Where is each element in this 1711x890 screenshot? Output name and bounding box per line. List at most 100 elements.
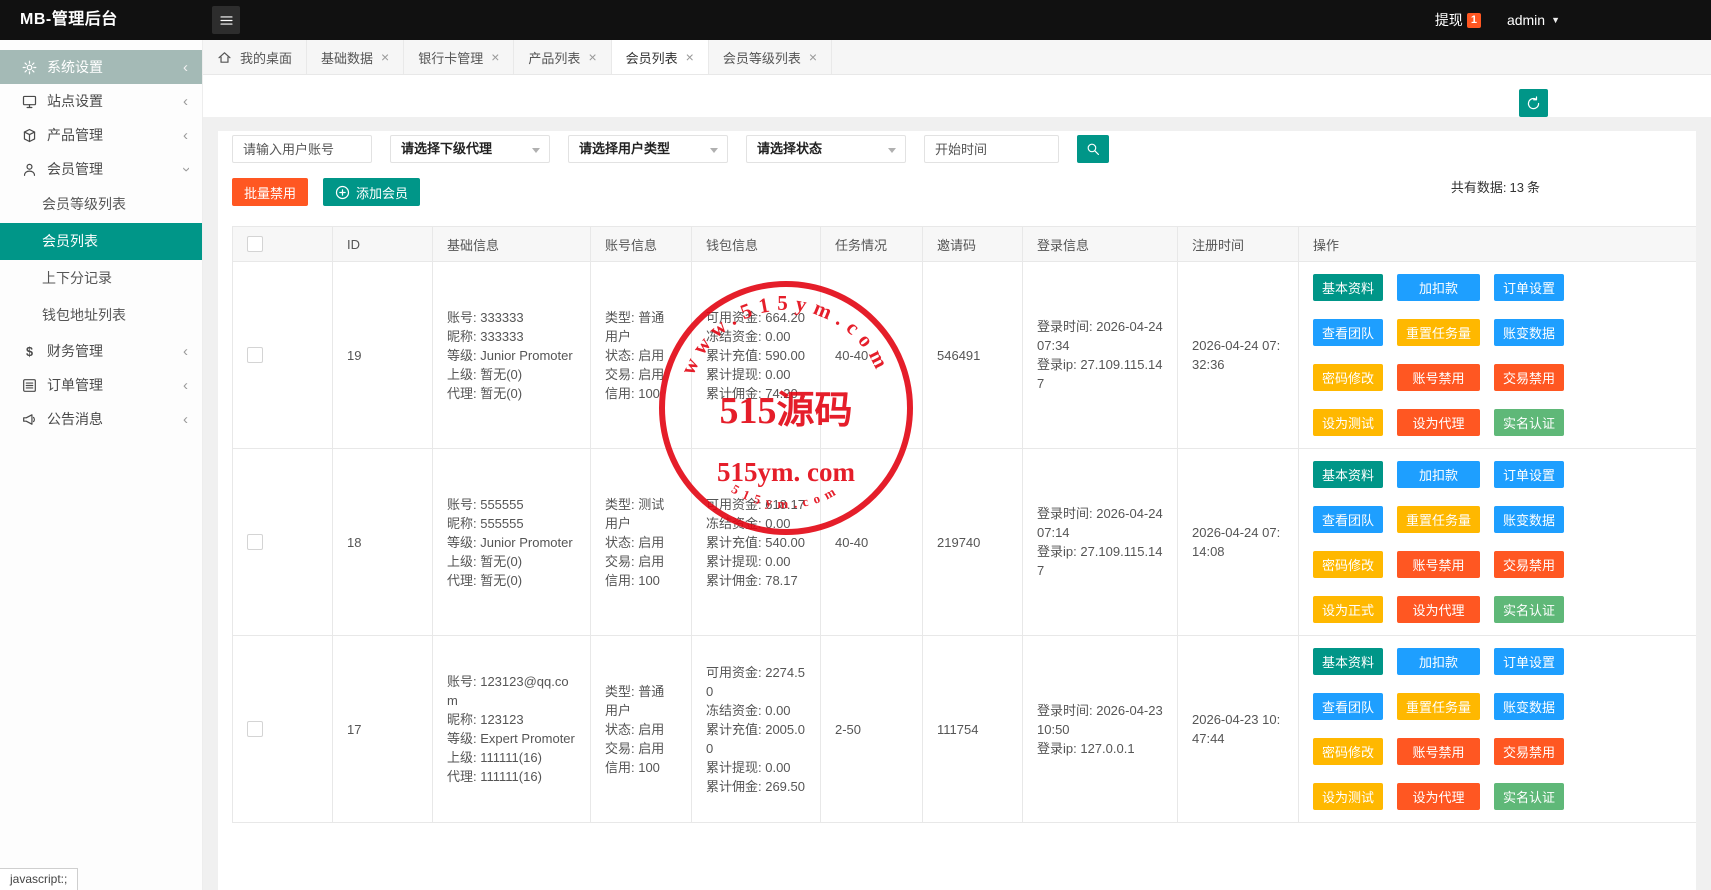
tab-label: 银行卡管理 — [418, 48, 483, 67]
sidebar-item-order-management[interactable]: 订单管理‹ — [0, 368, 202, 402]
action-order-settings-button[interactable]: 订单设置 — [1494, 648, 1564, 675]
sidebar-subitem-wallet-address-list[interactable]: 钱包地址列表 — [0, 297, 202, 334]
action-adjust-funds-button[interactable]: 加扣款 — [1397, 648, 1480, 675]
sidebar-toggle-button[interactable] — [212, 6, 240, 34]
sidebar-item-announcements[interactable]: 公告消息‹ — [0, 402, 202, 436]
user-type-select[interactable]: 请选择用户类型 — [568, 135, 728, 163]
chevron-left-icon: ‹ — [183, 377, 188, 394]
dollar-icon: $ — [22, 344, 37, 359]
action-change-password-button[interactable]: 密码修改 — [1313, 551, 1383, 578]
action-adjust-funds-button[interactable]: 加扣款 — [1397, 461, 1480, 488]
tab-member-list[interactable]: 会员列表× — [612, 40, 709, 74]
action-view-team-button[interactable]: 查看团队 — [1313, 506, 1383, 533]
table-body: 19账号: 333333昵称: 333333等级: Junior Promote… — [233, 262, 1697, 823]
action-order-settings-button[interactable]: 订单设置 — [1494, 461, 1564, 488]
tab-member-level-list[interactable]: 会员等级列表× — [709, 40, 832, 74]
action-account-changes-button[interactable]: 账变数据 — [1494, 319, 1564, 346]
close-icon[interactable]: × — [491, 50, 499, 64]
action-adjust-funds-button[interactable]: 加扣款 — [1397, 274, 1480, 301]
cell-account-info: 类型: 测试用户状态: 启用交易: 启用信用: 100 — [591, 449, 692, 636]
sidebar-item-system-settings[interactable]: 系统设置‹ — [0, 50, 202, 84]
action-reset-task-button[interactable]: 重置任务量 — [1397, 506, 1480, 533]
action-set-test-button[interactable]: 设为测试 — [1313, 783, 1383, 810]
info-line: 累计佣金: 269.50 — [706, 777, 806, 796]
close-icon[interactable]: × — [686, 50, 694, 64]
search-button[interactable] — [1077, 135, 1109, 163]
action-basic-info-button[interactable]: 基本资料 — [1313, 274, 1383, 301]
action-real-name-button[interactable]: 实名认证 — [1494, 783, 1564, 810]
tab-product-list[interactable]: 产品列表 × — [514, 40, 611, 74]
column-header: 注册时间 — [1178, 227, 1299, 262]
action-basic-info-button[interactable]: 基本资料 — [1313, 461, 1383, 488]
column-header: 任务情况 — [821, 227, 923, 262]
info-line: 交易: 启用 — [605, 552, 677, 571]
tab-label: 产品列表 — [528, 48, 580, 67]
add-member-button[interactable]: 添加会员 — [323, 178, 420, 206]
action-change-password-button[interactable]: 密码修改 — [1313, 364, 1383, 391]
agent-select[interactable]: 请选择下级代理 — [390, 135, 550, 163]
action-account-changes-button[interactable]: 账变数据 — [1494, 693, 1564, 720]
cell-id: 19 — [333, 262, 433, 449]
total-count: 共有数据:13条 — [1451, 177, 1540, 196]
start-time-input[interactable] — [924, 135, 1059, 163]
status-select[interactable]: 请选择状态 — [746, 135, 906, 163]
action-set-formal-button[interactable]: 设为正式 — [1313, 596, 1383, 623]
action-view-team-button[interactable]: 查看团队 — [1313, 693, 1383, 720]
action-disable-account-button[interactable]: 账号禁用 — [1397, 551, 1480, 578]
action-order-settings-button[interactable]: 订单设置 — [1494, 274, 1564, 301]
chevron-down-icon: ▼ — [1551, 15, 1560, 25]
account-search-input[interactable] — [232, 135, 372, 163]
sidebar-subitem-member-level-list[interactable]: 会员等级列表 — [0, 186, 202, 223]
info-line: 等级: Expert Promoter — [447, 729, 576, 748]
row-checkbox[interactable] — [247, 534, 263, 550]
sidebar-subitem-member-list[interactable]: 会员列表 — [0, 223, 202, 260]
action-set-test-button[interactable]: 设为测试 — [1313, 409, 1383, 436]
action-real-name-button[interactable]: 实名认证 — [1494, 596, 1564, 623]
action-set-agent-button[interactable]: 设为代理 — [1397, 783, 1480, 810]
filter-bar: 请选择下级代理 请选择用户类型 请选择状态 — [232, 135, 1682, 163]
select-all-checkbox[interactable] — [247, 236, 263, 252]
action-view-team-button[interactable]: 查看团队 — [1313, 319, 1383, 346]
info-line: 冻结资金: 0.00 — [706, 701, 806, 720]
row-checkbox[interactable] — [247, 347, 263, 363]
action-disable-trade-button[interactable]: 交易禁用 — [1494, 364, 1564, 391]
info-line: 类型: 测试用户 — [605, 495, 677, 533]
sidebar-item-finance-management[interactable]: $财务管理‹ — [0, 334, 202, 368]
cell-invite-code: 219740 — [923, 449, 1023, 636]
refresh-icon — [1526, 96, 1541, 111]
select-all-header — [233, 227, 333, 262]
action-account-changes-button[interactable]: 账变数据 — [1494, 506, 1564, 533]
action-disable-trade-button[interactable]: 交易禁用 — [1494, 738, 1564, 765]
tab-basic-data[interactable]: 基础数据× — [307, 40, 404, 74]
close-icon[interactable]: × — [381, 50, 389, 64]
action-change-password-button[interactable]: 密码修改 — [1313, 738, 1383, 765]
action-basic-info-button[interactable]: 基本资料 — [1313, 648, 1383, 675]
sidebar-item-site-settings[interactable]: 站点设置‹ — [0, 84, 202, 118]
close-icon[interactable]: × — [809, 50, 817, 64]
tab-bank-card[interactable]: 银行卡管理 × — [404, 40, 514, 74]
withdraw-button[interactable]: 提现 1 — [1435, 10, 1481, 30]
action-disable-account-button[interactable]: 账号禁用 — [1397, 738, 1480, 765]
sidebar-item-label: 公告消息 — [47, 409, 103, 429]
refresh-button[interactable] — [1519, 89, 1548, 117]
batch-disable-button[interactable]: 批量禁用 — [232, 178, 308, 206]
action-disable-trade-button[interactable]: 交易禁用 — [1494, 551, 1564, 578]
action-reset-task-button[interactable]: 重置任务量 — [1397, 693, 1480, 720]
sidebar-subitem-updown-records[interactable]: 上下分记录 — [0, 260, 202, 297]
action-set-agent-button[interactable]: 设为代理 — [1397, 596, 1480, 623]
sidebar-item-label: 会员管理 — [47, 159, 103, 179]
action-disable-account-button[interactable]: 账号禁用 — [1397, 364, 1480, 391]
close-icon[interactable]: × — [588, 50, 596, 64]
action-reset-task-button[interactable]: 重置任务量 — [1397, 319, 1480, 346]
row-checkbox[interactable] — [247, 721, 263, 737]
tab-my-desktop[interactable]: 我的桌面 — [203, 40, 307, 74]
user-menu[interactable]: admin ▼ — [1507, 12, 1560, 28]
action-real-name-button[interactable]: 实名认证 — [1494, 409, 1564, 436]
sidebar-item-product-management[interactable]: 产品管理‹ — [0, 118, 202, 152]
action-set-agent-button[interactable]: 设为代理 — [1397, 409, 1480, 436]
total-suffix: 条 — [1527, 180, 1540, 195]
hamburger-icon — [219, 13, 234, 28]
info-line: 登录时间: 2026-04-23 10:50 — [1037, 701, 1163, 739]
sidebar-item-member-management[interactable]: 会员管理‹ — [0, 152, 202, 186]
info-line: 类型: 普通用户 — [605, 308, 677, 346]
